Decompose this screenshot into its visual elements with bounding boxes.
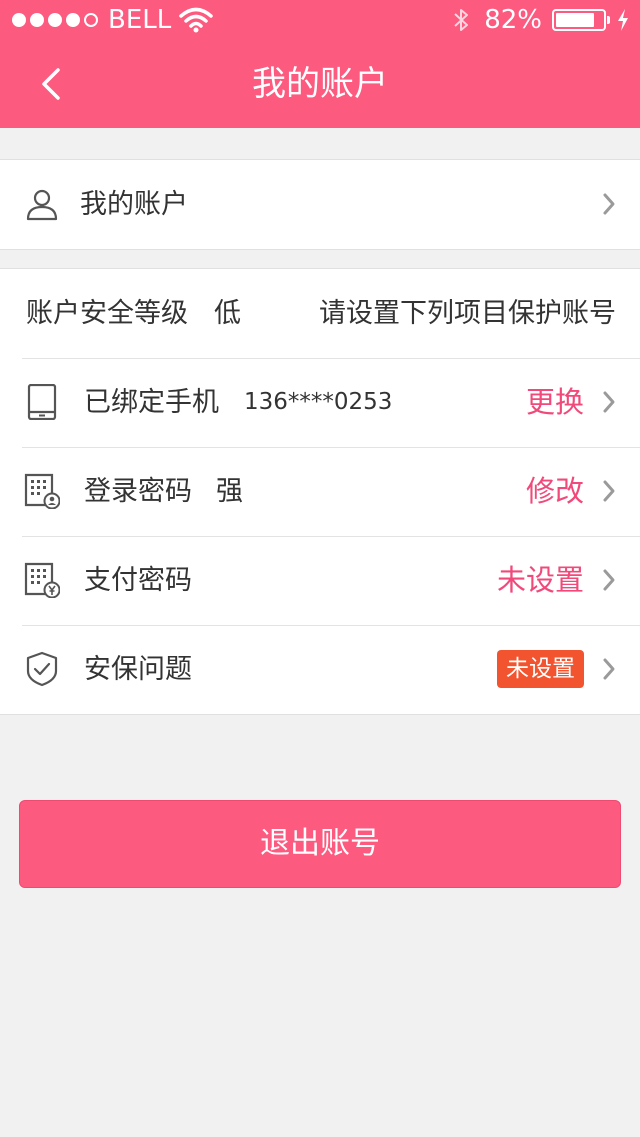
- status-left: BELL: [12, 0, 213, 40]
- chevron-right-icon: [603, 569, 615, 591]
- top-bar: BELL 82% 我的账户: [0, 0, 640, 128]
- logout-button[interactable]: 退出账号: [19, 800, 621, 888]
- signal-dot-empty: [84, 13, 98, 27]
- charging-bolt-icon: [618, 9, 628, 31]
- not-set-badge[interactable]: 未设置: [497, 650, 584, 688]
- payment-password-row[interactable]: 支付密码 未设置: [0, 536, 640, 625]
- bluetooth-icon: [454, 9, 469, 31]
- chevron-right-icon: [603, 658, 615, 680]
- signal-dot: [66, 13, 80, 27]
- account-row[interactable]: 我的账户: [0, 160, 640, 249]
- keypad-user-icon: [24, 473, 60, 509]
- status-right: 82%: [452, 0, 630, 40]
- chevron-right-icon: [603, 193, 615, 215]
- signal-dot: [48, 13, 62, 27]
- security-level-value: 低: [214, 298, 241, 329]
- status-bar: BELL 82%: [0, 0, 640, 40]
- security-question-label: 安保问题: [84, 654, 192, 685]
- login-password-label: 登录密码: [84, 476, 192, 507]
- bound-phone-number: 136****0253: [244, 389, 393, 415]
- account-label: 我的账户: [80, 189, 188, 220]
- wifi-icon: [179, 7, 213, 33]
- login-password-strength: 强: [216, 476, 243, 507]
- set-payment-password-button[interactable]: 未设置: [497, 536, 584, 625]
- security-group: 账户安全等级 低 请设置下列项目保护账号 已绑定手机 136****0253 更…: [0, 268, 640, 715]
- login-password-row[interactable]: 登录密码 强 修改: [0, 447, 640, 536]
- page-title: 我的账户: [252, 64, 388, 104]
- account-group: 我的账户: [0, 159, 640, 250]
- chevron-right-icon: [603, 391, 615, 413]
- bound-phone-row[interactable]: 已绑定手机 136****0253 更换: [0, 358, 640, 447]
- payment-password-label: 支付密码: [84, 565, 192, 596]
- user-icon: [26, 189, 58, 221]
- security-question-row[interactable]: 安保问题 未设置: [0, 625, 640, 714]
- battery-icon: [552, 9, 610, 31]
- carrier-name: BELL: [108, 5, 172, 35]
- chevron-right-icon: [603, 480, 615, 502]
- security-level-label: 账户安全等级: [26, 298, 188, 329]
- phone-icon: [27, 384, 57, 420]
- battery-percent: 82%: [484, 5, 542, 35]
- signal-dot: [30, 13, 44, 27]
- modify-password-button[interactable]: 修改: [526, 447, 584, 536]
- security-hint: 请设置下列项目保护账号: [319, 298, 616, 329]
- signal-dot: [12, 13, 26, 27]
- security-level-row: 账户安全等级 低 请设置下列项目保护账号: [0, 269, 640, 358]
- bound-phone-label: 已绑定手机: [84, 387, 219, 418]
- change-phone-button[interactable]: 更换: [526, 358, 584, 447]
- shield-check-icon: [26, 651, 58, 687]
- battery-fill: [556, 13, 594, 27]
- keypad-yen-icon: [24, 562, 60, 598]
